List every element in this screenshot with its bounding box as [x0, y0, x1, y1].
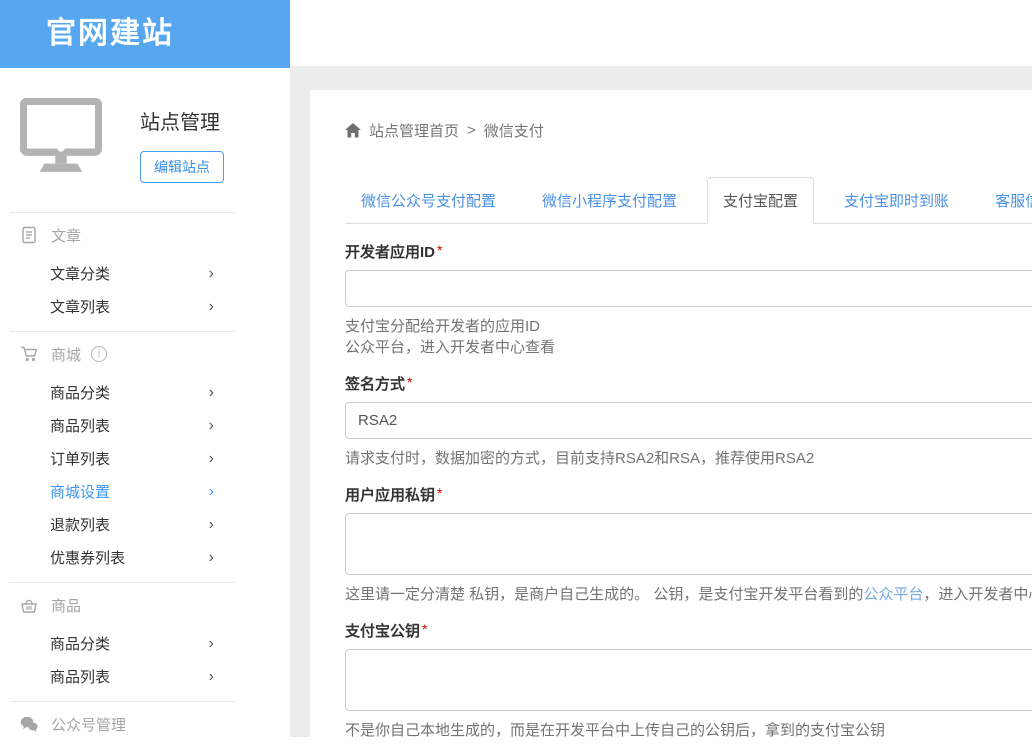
sidebar-item-goods-category[interactable]: 商品分类 › — [0, 376, 290, 409]
developer-app-id-field[interactable] — [345, 270, 1032, 307]
help-line: 请求支付时，数据加密的方式，目前支持RSA2和RSA，推荐使用RSA2 — [345, 448, 1032, 469]
main-content: 站点管理首页 > 微信支付 微信公众号支付配置 微信小程序支付配置 支付宝配置 … — [290, 66, 1032, 737]
field-help: 请求支付时，数据加密的方式，目前支持RSA2和RSA，推荐使用RSA2 — [345, 448, 1032, 469]
sidebar-section-goods-header: 商品 — [0, 583, 290, 627]
sidebar-item-product-list[interactable]: 商品列表 › — [0, 660, 290, 693]
form-group-alipay-public-key: 支付宝公钥* 不是你自己本地生成的，而是在开发平台中上传自己的公钥后，拿到的支付… — [345, 620, 1032, 737]
sidebar-item-refund-list[interactable]: 退款列表 › — [0, 508, 290, 541]
chevron-right-icon: › — [209, 451, 214, 467]
breadcrumb: 站点管理首页 > 微信支付 — [345, 120, 1032, 141]
sidebar-item-label: 文章列表 — [50, 296, 110, 317]
sidebar-item-article-category[interactable]: 文章分类 › — [0, 257, 290, 290]
sidebar-section-label: 商品 — [51, 595, 81, 616]
field-label: 开发者应用ID — [345, 244, 435, 261]
help-line: 公众平台，进入开发者中心查看 — [345, 337, 1032, 358]
sidebar-item-mall-settings[interactable]: 商城设置 › — [0, 475, 290, 508]
monitor-icon — [20, 98, 102, 176]
site-title: 站点管理 — [140, 106, 224, 135]
sidebar-item-label: 商品列表 — [50, 666, 110, 687]
form-group-developer-app-id: 开发者应用ID* 支付宝分配给开发者的应用ID 公众平台，进入开发者中心查看 — [345, 241, 1032, 358]
sidebar-section-label: 文章 — [51, 225, 81, 246]
required-mark: * — [437, 485, 442, 501]
sidebar-item-order-list[interactable]: 订单列表 › — [0, 442, 290, 475]
field-label: 支付宝公钥 — [345, 623, 420, 640]
help-line: 不是你自己本地生成的，而是在开发平台中上传自己的公钥后，拿到的支付宝公钥 — [345, 720, 1032, 737]
sidebar-item-label: 商品分类 — [50, 633, 110, 654]
alipay-public-key-field[interactable] — [345, 649, 1032, 711]
sidebar-item-article-list[interactable]: 文章列表 › — [0, 290, 290, 323]
sidebar-item-label: 商城设置 — [50, 481, 110, 502]
user-private-key-field[interactable] — [345, 513, 1032, 575]
chevron-right-icon: › — [209, 266, 214, 282]
site-panel: 站点管理 编辑站点 — [0, 68, 290, 183]
site-info: 站点管理 编辑站点 — [140, 106, 224, 183]
help-line: ，进入开发者中心重置 — [923, 586, 1032, 603]
sidebar-section-goods: 商品 商品分类 › 商品列表 › — [0, 583, 290, 701]
tab-customer-service[interactable]: 客服信息 — [979, 177, 1032, 224]
home-icon — [345, 123, 361, 138]
help-public-platform-link[interactable]: 公众平台 — [863, 586, 923, 603]
sidebar-item-product-category[interactable]: 商品分类 › — [0, 627, 290, 660]
info-icon: ! — [91, 346, 107, 362]
chevron-right-icon: › — [209, 484, 214, 500]
help-line: 支付宝分配给开发者的应用ID — [345, 316, 1032, 337]
tab-alipay-config[interactable]: 支付宝配置 — [707, 177, 814, 224]
cart-icon — [20, 345, 38, 363]
field-label: 用户应用私钥 — [345, 487, 435, 504]
chevron-right-icon: › — [209, 636, 214, 652]
form-group-user-private-key: 用户应用私钥* 这里请一定分清楚 私钥，是商户自己生成的。 公钥，是支付宝开发平… — [345, 484, 1032, 605]
sidebar-section-official-account: 公众号管理 — [0, 702, 290, 754]
sidebar-item-label: 优惠券列表 — [50, 547, 125, 568]
sidebar-item-label: 商品分类 — [50, 382, 110, 403]
tab-wechat-miniprogram-pay[interactable]: 微信小程序支付配置 — [526, 177, 693, 224]
chevron-right-icon: › — [209, 418, 214, 434]
sidebar-section-label: 商城 — [51, 344, 81, 365]
chevron-right-icon: › — [209, 669, 214, 685]
sidebar-item-goods-list[interactable]: 商品列表 › — [0, 409, 290, 442]
alipay-config-form: 开发者应用ID* 支付宝分配给开发者的应用ID 公众平台，进入开发者中心查看 签… — [345, 241, 1032, 737]
field-help: 不是你自己本地生成的，而是在开发平台中上传自己的公钥后，拿到的支付宝公钥 — [345, 720, 1032, 737]
basket-icon — [20, 596, 38, 614]
breadcrumb-current: 微信支付 — [484, 120, 544, 141]
breadcrumb-root-link[interactable]: 站点管理首页 — [369, 120, 459, 141]
field-label: 签名方式 — [345, 376, 405, 393]
help-line: 这里请一定分清楚 私钥，是商户自己生成的。 公钥，是支付宝开发平台看到的 — [345, 586, 863, 603]
sidebar-item-official-account-management[interactable]: 公众号管理 — [0, 702, 290, 746]
sidebar-item-label: 订单列表 — [50, 448, 110, 469]
sidebar-section-article-header: 文章 — [0, 213, 290, 257]
tab-wechat-official-pay[interactable]: 微信公众号支付配置 — [345, 177, 512, 224]
chevron-right-icon: › — [209, 299, 214, 315]
required-mark: * — [407, 374, 412, 390]
chevron-right-icon: › — [209, 517, 214, 533]
sidebar-section-mall: 商城 ! 商品分类 › 商品列表 › 订单列表 › 商城设置 › 退款列表 › … — [0, 332, 290, 582]
required-mark: * — [437, 242, 442, 258]
sidebar-item-label: 退款列表 — [50, 514, 110, 535]
chevron-right-icon: › — [209, 550, 214, 566]
required-mark: * — [422, 621, 427, 637]
app-logo[interactable]: 官网建站 — [0, 0, 290, 68]
content-card: 站点管理首页 > 微信支付 微信公众号支付配置 微信小程序支付配置 支付宝配置 … — [310, 90, 1032, 737]
form-group-sign-type: 签名方式* 请求支付时，数据加密的方式，目前支持RSA2和RSA，推荐使用RSA… — [345, 373, 1032, 469]
field-help: 支付宝分配给开发者的应用ID 公众平台，进入开发者中心查看 — [345, 316, 1032, 358]
topbar — [290, 0, 1032, 66]
sidebar-section-mall-header: 商城 ! — [0, 332, 290, 376]
article-icon — [20, 226, 38, 244]
breadcrumb-separator: > — [467, 122, 476, 139]
sidebar-item-label: 商品列表 — [50, 415, 110, 436]
sidebar-item-coupon-list[interactable]: 优惠券列表 › — [0, 541, 290, 574]
edit-site-button[interactable]: 编辑站点 — [140, 151, 224, 183]
wechat-icon — [20, 715, 38, 733]
sidebar: 站点管理 编辑站点 文章 文章分类 › 文章列表 › — [0, 68, 290, 737]
chevron-right-icon: › — [209, 385, 214, 401]
sign-type-field[interactable] — [345, 402, 1032, 439]
field-help: 这里请一定分清楚 私钥，是商户自己生成的。 公钥，是支付宝开发平台看到的公众平台… — [345, 584, 1032, 605]
sidebar-item-label: 文章分类 — [50, 263, 110, 284]
sidebar-section-article: 文章 文章分类 › 文章列表 › — [0, 213, 290, 331]
sidebar-section-label: 公众号管理 — [51, 714, 126, 735]
tab-bar: 微信公众号支付配置 微信小程序支付配置 支付宝配置 支付宝即时到账 客服信息 — [345, 177, 1032, 224]
tab-alipay-instant[interactable]: 支付宝即时到账 — [828, 177, 965, 224]
